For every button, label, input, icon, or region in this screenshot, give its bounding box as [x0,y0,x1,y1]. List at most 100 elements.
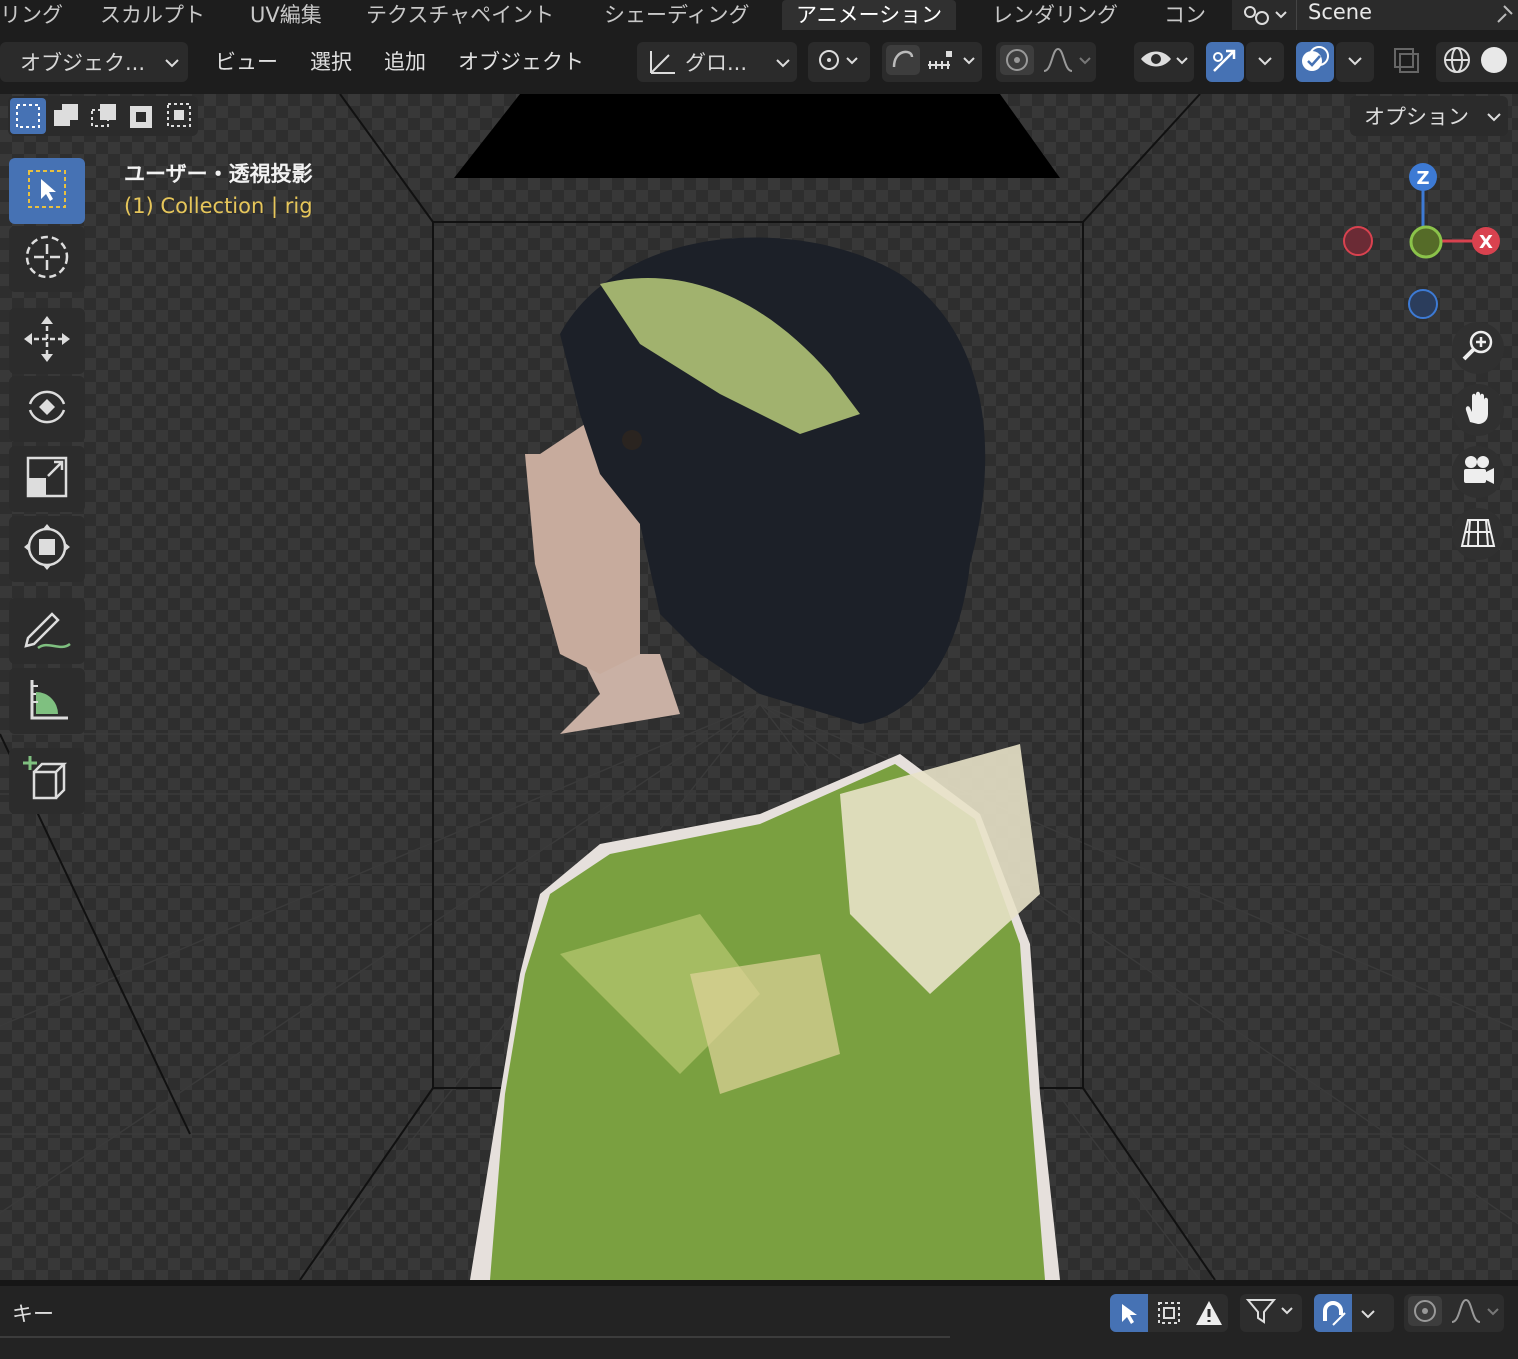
character-model [470,237,1060,1280]
annotate-icon [20,604,74,658]
tab-compositing[interactable]: コン [1164,0,1206,30]
tool-annotate[interactable] [9,598,85,664]
camera-view-button[interactable] [1452,446,1504,498]
tab-animation[interactable]: アニメーション [782,0,957,30]
options-label: オプション [1364,105,1469,129]
pan-button[interactable] [1452,384,1504,436]
ortho-toggle-button[interactable] [1452,508,1504,560]
magnet-snap-icon[interactable] [1314,1294,1352,1332]
grid-ortho-icon [1460,514,1496,554]
tab-rigging[interactable]: リング [0,0,63,30]
mode-select[interactable]: オブジェク... [0,42,188,82]
visibility-select[interactable] [1134,42,1194,82]
filter-icon [1244,1296,1298,1330]
overlay-icon [1298,43,1332,82]
divider [0,1280,1518,1286]
orientation-label: グロ... [685,51,748,75]
scene-selector[interactable]: Scene [1232,0,1518,30]
filter-dropdown[interactable] [1240,1294,1302,1332]
cursor-icon [22,232,72,286]
options-dropdown[interactable]: オプション [1350,96,1508,136]
select-extend-icon[interactable] [48,98,84,134]
viewport-scene [0,94,1518,1280]
key-menu[interactable]: キー [12,1298,54,1328]
tab-sculpt[interactable]: スカルプト [100,0,205,30]
tool-transform[interactable] [9,516,85,582]
chevron-down-icon [1347,48,1363,77]
eye-icon [1137,45,1191,80]
zoom-icon [1460,328,1496,368]
scene-name[interactable]: Scene [1308,0,1372,24]
tool-rotate[interactable] [9,376,85,442]
workspace-tabs: リング スカルプト UV編集 テクスチャペイント シェーディング アニメーション… [0,0,1518,30]
zoom-button[interactable] [1452,322,1504,374]
chevron-down-icon [164,50,180,79]
overlay-dropdown[interactable] [1336,42,1374,82]
scene-icon[interactable] [1242,3,1288,31]
proportional-edit-toggle[interactable] [996,42,1096,82]
chevron-down-icon [775,50,791,79]
tab-shading[interactable]: シェーディング [604,0,750,30]
gizmo-x-label: X [1479,232,1493,253]
tool-select-box[interactable] [9,158,85,224]
menu-view[interactable]: ビュー [215,46,278,76]
show-hidden-icon[interactable] [1150,1294,1188,1332]
transform-orientation-select[interactable]: グロ... [637,42,797,82]
warning-icon[interactable] [1190,1294,1228,1332]
tool-measure[interactable] [9,668,85,734]
gizmo-toggle[interactable] [1206,42,1244,82]
menu-select[interactable]: 選択 [310,46,352,76]
snap-toggle[interactable] [882,42,982,82]
tab-texture-paint[interactable]: テクスチャペイント [366,0,554,30]
select-invert-icon[interactable] [124,98,160,134]
tool-move[interactable] [9,308,85,374]
mode-label: オブジェク... [20,51,146,75]
timeline-scrollbar[interactable] [0,1336,950,1338]
divider [1296,0,1297,30]
hand-pan-icon [1460,390,1496,430]
menu-object[interactable]: オブジェクト [458,46,584,76]
wireframe-shading-icon[interactable] [1440,45,1474,80]
tab-uv-edit[interactable]: UV編集 [250,0,322,30]
add-cube-icon [20,752,74,810]
select-new-icon[interactable] [10,98,46,134]
view-label: ユーザー・透視投影 [124,162,313,186]
select-box-icon [25,167,69,215]
chevron-down-icon[interactable] [1360,1301,1376,1329]
proportional-falloff-group[interactable] [1404,1294,1504,1332]
pivot-icon [815,45,863,80]
select-intersect-icon[interactable] [162,98,198,134]
pin-icon[interactable] [1494,2,1516,30]
rotate-icon [22,382,72,436]
select-subtract-icon[interactable] [86,98,122,134]
transform-icon [22,522,72,576]
chevron-down-icon [1257,48,1273,77]
scale-icon [22,452,72,506]
shading-modes[interactable] [1436,42,1518,82]
solid-shading-icon[interactable] [1474,45,1514,80]
gizmo-dropdown[interactable] [1246,42,1284,82]
overlay-toggle[interactable] [1296,42,1334,82]
snap-icon [884,43,980,82]
xray-toggle[interactable] [1386,42,1426,82]
navigation-gizmo[interactable]: Z X [1336,158,1518,328]
3d-viewport[interactable]: オプション ユーザー・透視投影 (1) Collection | rig Z X [0,94,1518,1280]
auto-keying-group [1314,1294,1394,1332]
proportional-icon [998,43,1094,82]
menu-add[interactable]: 追加 [384,46,426,76]
camera-frustum-top [454,94,1060,178]
timeline-select-group [1110,1294,1228,1332]
tool-add-cube[interactable] [9,748,85,814]
gizmo-arrow-icon [1208,43,1242,82]
proportional-falloff-icon [1406,1294,1502,1332]
only-selected-icon[interactable] [1110,1294,1148,1332]
measure-icon [22,674,72,728]
tool-scale[interactable] [9,446,85,512]
xray-icon [1391,45,1421,80]
tool-cursor[interactable] [9,226,85,292]
gizmo-z-label: Z [1416,168,1429,189]
orientation-icon [645,47,679,82]
pivot-point-select[interactable] [808,42,870,82]
tab-rendering[interactable]: レンダリング [992,0,1118,30]
collection-label: (1) Collection | rig [124,194,313,218]
